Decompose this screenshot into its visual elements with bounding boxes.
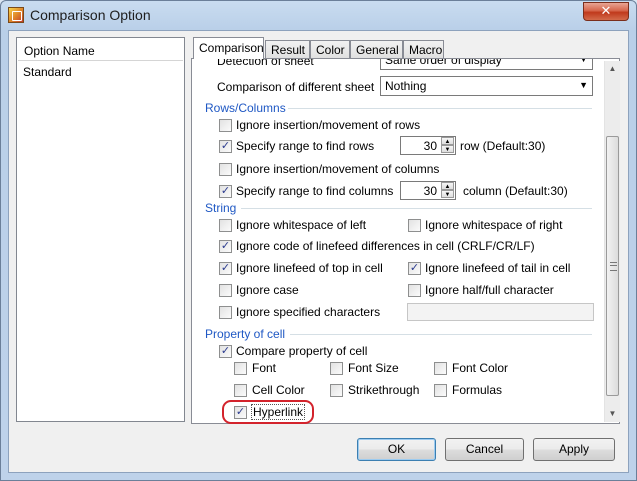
font-label: Font [252,361,277,375]
tab-comparison[interactable]: Comparison [193,37,264,59]
chevron-down-icon: ▼ [579,80,588,90]
ignore-specified-characters-checkbox[interactable] [219,306,232,319]
spin-up-icon[interactable]: ▲ [441,137,454,145]
spin-down-icon[interactable]: ▼ [441,145,454,153]
ignore-rows-label: Ignore insertion/movement of rows [236,118,421,132]
formulas-checkbox[interactable] [434,384,447,397]
app-icon [8,7,24,23]
scroll-thumb[interactable] [606,136,619,396]
rows-default-label: row (Default:30) [460,139,546,153]
close-button[interactable]: ✕ [583,2,629,21]
rows-range-stepper[interactable]: 30 ▲ ▼ [400,136,456,155]
title-bar[interactable]: Comparison Option ✕ [1,1,636,29]
ignore-linefeed-tail-label: Ignore linefeed of tail in cell [425,261,571,275]
scroll-down-icon[interactable]: ▼ [605,406,620,422]
specify-rows-checkbox[interactable]: ✓ [219,140,232,153]
ignore-whitespace-left-label: Ignore whitespace of left [236,218,367,232]
ignore-half-full-checkbox[interactable] [408,284,421,297]
cancel-button[interactable]: Cancel [445,438,524,461]
group-title-property-of-cell: Property of cell [205,327,286,341]
apply-button[interactable]: Apply [533,438,615,461]
specify-rows-label: Specify range to find rows [236,139,375,153]
ignore-case-checkbox[interactable] [219,284,232,297]
formulas-label: Formulas [452,383,503,397]
compare-property-label: Compare property of cell [236,344,368,358]
ignore-specified-characters-label: Ignore specified characters [236,305,381,319]
group-divider [241,208,592,209]
ignore-linefeed-code-checkbox[interactable]: ✓ [219,240,232,253]
columns-default-label: column (Default:30) [463,184,568,198]
ignore-columns-label: Ignore insertion/movement of columns [236,162,440,176]
ignore-whitespace-right-checkbox[interactable] [408,219,421,232]
strikethrough-checkbox[interactable] [330,384,343,397]
group-title-string: String [205,201,237,215]
spin-down-icon[interactable]: ▼ [441,190,454,198]
ignore-linefeed-tail-checkbox[interactable]: ✓ [408,262,421,275]
option-name-list[interactable]: Option Name Standard [16,37,185,422]
list-header-option-name[interactable]: Option Name [18,39,183,61]
comparison-different-sheet-select[interactable]: Nothing ▼ [380,76,593,96]
comparison-different-sheet-label: Comparison of different sheet [217,80,375,94]
hyperlink-highlight-annotation [222,400,314,424]
list-item-standard[interactable]: Standard [23,65,72,79]
comparison-different-sheet-value: Nothing [385,79,427,93]
columns-range-stepper[interactable]: 30 ▲ ▼ [400,181,456,200]
cell-color-checkbox[interactable] [234,384,247,397]
ok-button[interactable]: OK [357,438,436,461]
group-divider [288,108,592,109]
specified-characters-input[interactable] [407,303,594,321]
ignore-whitespace-left-checkbox[interactable] [219,219,232,232]
font-size-checkbox[interactable] [330,362,343,375]
columns-range-value: 30 [423,184,437,198]
vertical-scrollbar[interactable]: ▲ ▼ [604,61,620,422]
window-title: Comparison Option [30,7,151,23]
ignore-half-full-label: Ignore half/full character [425,283,554,297]
tab-result[interactable]: Result [265,40,310,58]
font-color-label: Font Color [452,361,509,375]
cell-color-label: Cell Color [252,383,305,397]
tab-macro[interactable]: Macro [403,40,444,58]
spin-up-icon[interactable]: ▲ [441,182,454,190]
font-size-label: Font Size [348,361,399,375]
ignore-rows-checkbox[interactable] [219,119,232,132]
font-color-checkbox[interactable] [434,362,447,375]
ignore-linefeed-code-label: Ignore code of linefeed differences in c… [236,239,535,253]
specify-columns-label: Specify range to find columns [236,184,394,198]
ignore-case-label: Ignore case [236,283,299,297]
ignore-columns-checkbox[interactable] [219,163,232,176]
compare-property-checkbox[interactable]: ✓ [219,345,232,358]
font-checkbox[interactable] [234,362,247,375]
ignore-linefeed-top-checkbox[interactable]: ✓ [219,262,232,275]
rows-range-value: 30 [423,139,437,153]
group-title-rows-columns: Rows/Columns [205,101,286,115]
tab-general[interactable]: General [350,40,403,58]
ignore-linefeed-top-label: Ignore linefeed of top in cell [236,261,383,275]
scroll-up-icon[interactable]: ▲ [605,61,620,77]
group-divider [290,334,592,335]
specify-columns-checkbox[interactable]: ✓ [219,185,232,198]
tab-color[interactable]: Color [310,40,350,58]
ignore-whitespace-right-label: Ignore whitespace of right [425,218,563,232]
grip-icon [610,262,617,271]
strikethrough-label: Strikethrough [348,383,420,397]
